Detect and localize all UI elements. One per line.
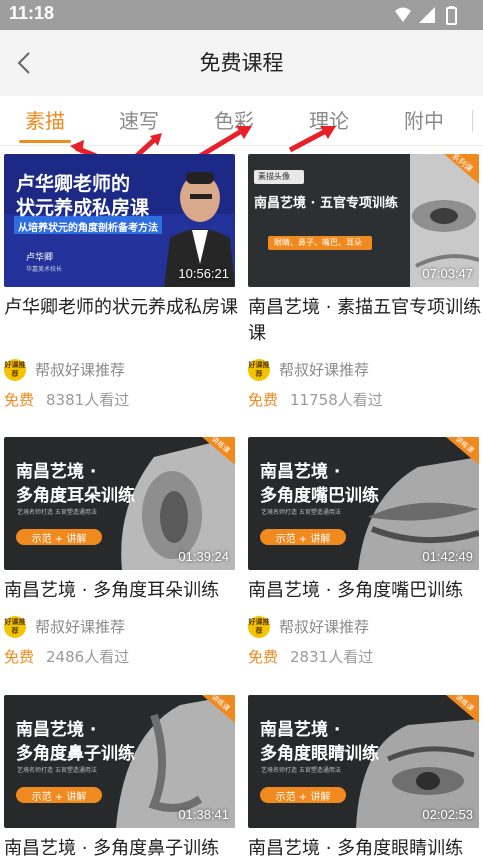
thumbnail-title-line: 多角度耳朵训练 <box>16 486 135 506</box>
course-stats: 免费 8381人看过 <box>4 389 235 411</box>
thumbnail-teacher-name: 卢华卿 <box>26 253 54 263</box>
thumbnail-title-line: 卢华卿老师的 <box>16 173 131 195</box>
course-stats: 免费 11758人看过 <box>248 389 479 411</box>
active-tab-indicator <box>19 140 71 143</box>
tab-sketch[interactable]: 素描 <box>9 96 81 146</box>
tab-theory[interactable]: 理论 <box>293 96 365 146</box>
course-thumbnail: 卢华卿老师的 状元养成私房课 从培养状元的角度剖析备考方法 卢华卿 华嘉美术校长… <box>4 154 235 287</box>
battery-icon <box>446 6 457 25</box>
course-thumbnail: 南昌艺境 · 多角度嘴巴训练 艺境名师打造 五官塑造通用法 示范 + 讲解 讲练… <box>248 437 479 570</box>
course-thumbnail: 素描头像 南昌艺境 · 五官专项训练 眼睛、鼻子、嘴巴、耳朵 系列课 07:03… <box>248 154 479 287</box>
thumbnail-title-line: 多角度眼睛训练 <box>260 744 379 764</box>
course-stats: 免费 2831人看过 <box>248 646 479 668</box>
signal-icon <box>419 7 435 23</box>
course-title[interactable]: 南昌艺境 · 多角度眼睛训练 <box>248 836 483 862</box>
publisher-name: 帮叔好课推荐 <box>279 618 370 636</box>
course-thumbnail: 南昌艺境 · 多角度鼻子训练 艺境名师打造 五官塑造通用法 示范 + 讲解 讲练… <box>4 695 235 828</box>
publisher-avatar-icon: 好课推荐 <box>248 616 270 638</box>
course-title[interactable]: 南昌艺境 · 素描五官专项训练课 <box>248 295 483 347</box>
course-stats: 免费 2486人看过 <box>4 646 235 668</box>
publisher-row: 好课推荐 帮叔好课推荐 <box>248 616 479 640</box>
thumbnail-tags: 眼睛、鼻子、嘴巴、耳朵 <box>274 238 362 247</box>
course-title[interactable]: 南昌艺境 · 多角度耳朵训练 <box>4 578 244 604</box>
thumbnail-title: 南昌艺境 · 五官专项训练 <box>254 196 398 211</box>
price-label: 免费 <box>4 648 35 666</box>
price-label: 免费 <box>248 648 279 666</box>
publisher-row: 好课推荐 帮叔好课推荐 <box>4 616 235 640</box>
video-duration: 01:39:24 <box>178 549 229 564</box>
status-icons <box>395 6 457 25</box>
course-title[interactable]: 南昌艺境 · 多角度鼻子训练 <box>4 836 244 862</box>
view-count: 11758人看过 <box>290 391 383 409</box>
publisher-name: 帮叔好课推荐 <box>35 361 126 379</box>
page-title: 免费课程 <box>199 51 284 75</box>
publisher-row: 好课推荐 帮叔好课推荐 <box>248 359 479 383</box>
thumbnail-button-label: 示范 + 讲解 <box>31 792 87 803</box>
video-duration: 07:03:47 <box>422 266 473 281</box>
thumbnail-badge: 素描头像 <box>258 172 290 181</box>
category-tabs: 素描 速写 色彩 理论 附中 <box>0 96 483 146</box>
publisher-name: 帮叔好课推荐 <box>279 361 370 379</box>
thumbnail-button-label: 示范 + 讲解 <box>31 534 87 545</box>
thumbnail-title-line: 状元养成私房课 <box>16 197 150 219</box>
view-count: 8381人看过 <box>46 391 130 409</box>
thumbnail-title-line: 多角度嘴巴训练 <box>260 486 379 506</box>
publisher-avatar-icon: 好课推荐 <box>248 359 270 381</box>
video-duration: 01:42:49 <box>422 549 473 564</box>
thumbnail-title-line: 南昌艺境 · <box>260 462 341 482</box>
tab-divider <box>472 110 473 132</box>
video-duration: 01:38:41 <box>178 807 229 822</box>
thumbnail-title-line: 南昌艺境 · <box>16 720 97 740</box>
video-duration: 02:02:53 <box>422 807 473 822</box>
status-time: 11:18 <box>9 3 55 23</box>
tab-color[interactable]: 色彩 <box>198 96 270 146</box>
thumbnail-button-label: 示范 + 讲解 <box>275 534 331 545</box>
price-label: 免费 <box>248 391 279 409</box>
publisher-name: 帮叔好课推荐 <box>35 618 126 636</box>
view-count: 2486人看过 <box>46 648 130 666</box>
tab-quick-sketch[interactable]: 速写 <box>103 96 175 146</box>
wifi-icon <box>395 7 411 22</box>
status-bar: 11:18 <box>0 0 483 30</box>
thumbnail-slogan: 艺境名师打造 五官塑造通用法 <box>17 767 97 774</box>
course-thumbnail: 南昌艺境 · 多角度眼睛训练 艺境名师打造 五官塑造通用法 示范 + 讲解 讲练… <box>248 695 479 828</box>
thumbnail-teacher-role: 华嘉美术校长 <box>26 266 63 273</box>
video-duration: 10:56:21 <box>178 266 229 281</box>
price-label: 免费 <box>4 391 35 409</box>
publisher-avatar-icon: 好课推荐 <box>4 616 26 638</box>
thumbnail-title-line: 多角度鼻子训练 <box>16 744 135 764</box>
publisher-row: 好课推荐 帮叔好课推荐 <box>4 359 235 383</box>
thumbnail-subtitle: 从培养状元的角度剖析备考方法 <box>18 223 158 234</box>
thumbnail-button-label: 示范 + 讲解 <box>275 792 331 803</box>
thumbnail-slogan: 艺境名师打造 五官塑造通用法 <box>261 767 341 774</box>
thumbnail-slogan: 艺境名师打造 五官塑造通用法 <box>17 509 97 516</box>
course-thumbnail: 南昌艺境 · 多角度耳朵训练 艺境名师打造 五官塑造通用法 示范 + 讲解 讲练… <box>4 437 235 570</box>
view-count: 2831人看过 <box>290 648 374 666</box>
top-bar: 免费课程 <box>0 30 483 96</box>
publisher-avatar-icon: 好课推荐 <box>4 359 26 381</box>
course-title[interactable]: 卢华卿老师的状元养成私房课 <box>4 295 244 321</box>
course-title[interactable]: 南昌艺境 · 多角度嘴巴训练 <box>248 578 483 604</box>
thumbnail-title-line: 南昌艺境 · <box>260 720 341 740</box>
thumbnail-slogan: 艺境名师打造 五官塑造通用法 <box>261 509 341 516</box>
thumbnail-title-line: 南昌艺境 · <box>16 462 97 482</box>
tab-affiliated-school[interactable]: 附中 <box>388 96 460 146</box>
